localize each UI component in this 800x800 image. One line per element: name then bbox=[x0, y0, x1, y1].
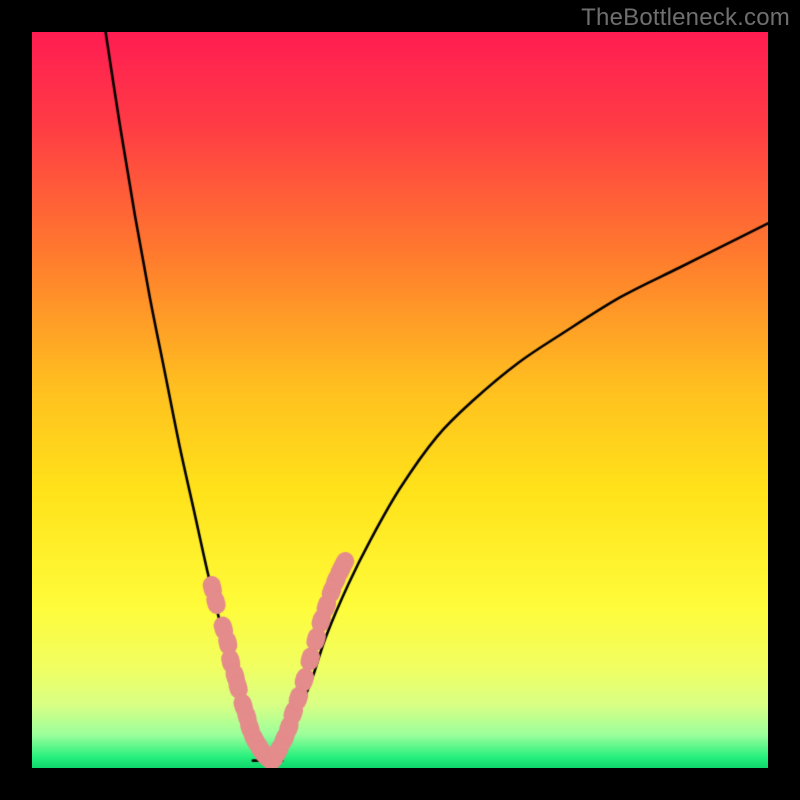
chart-frame: TheBottleneck.com bbox=[0, 0, 800, 800]
watermark-text: TheBottleneck.com bbox=[581, 4, 790, 32]
plot-area bbox=[32, 32, 768, 768]
curve-layer bbox=[32, 32, 768, 768]
